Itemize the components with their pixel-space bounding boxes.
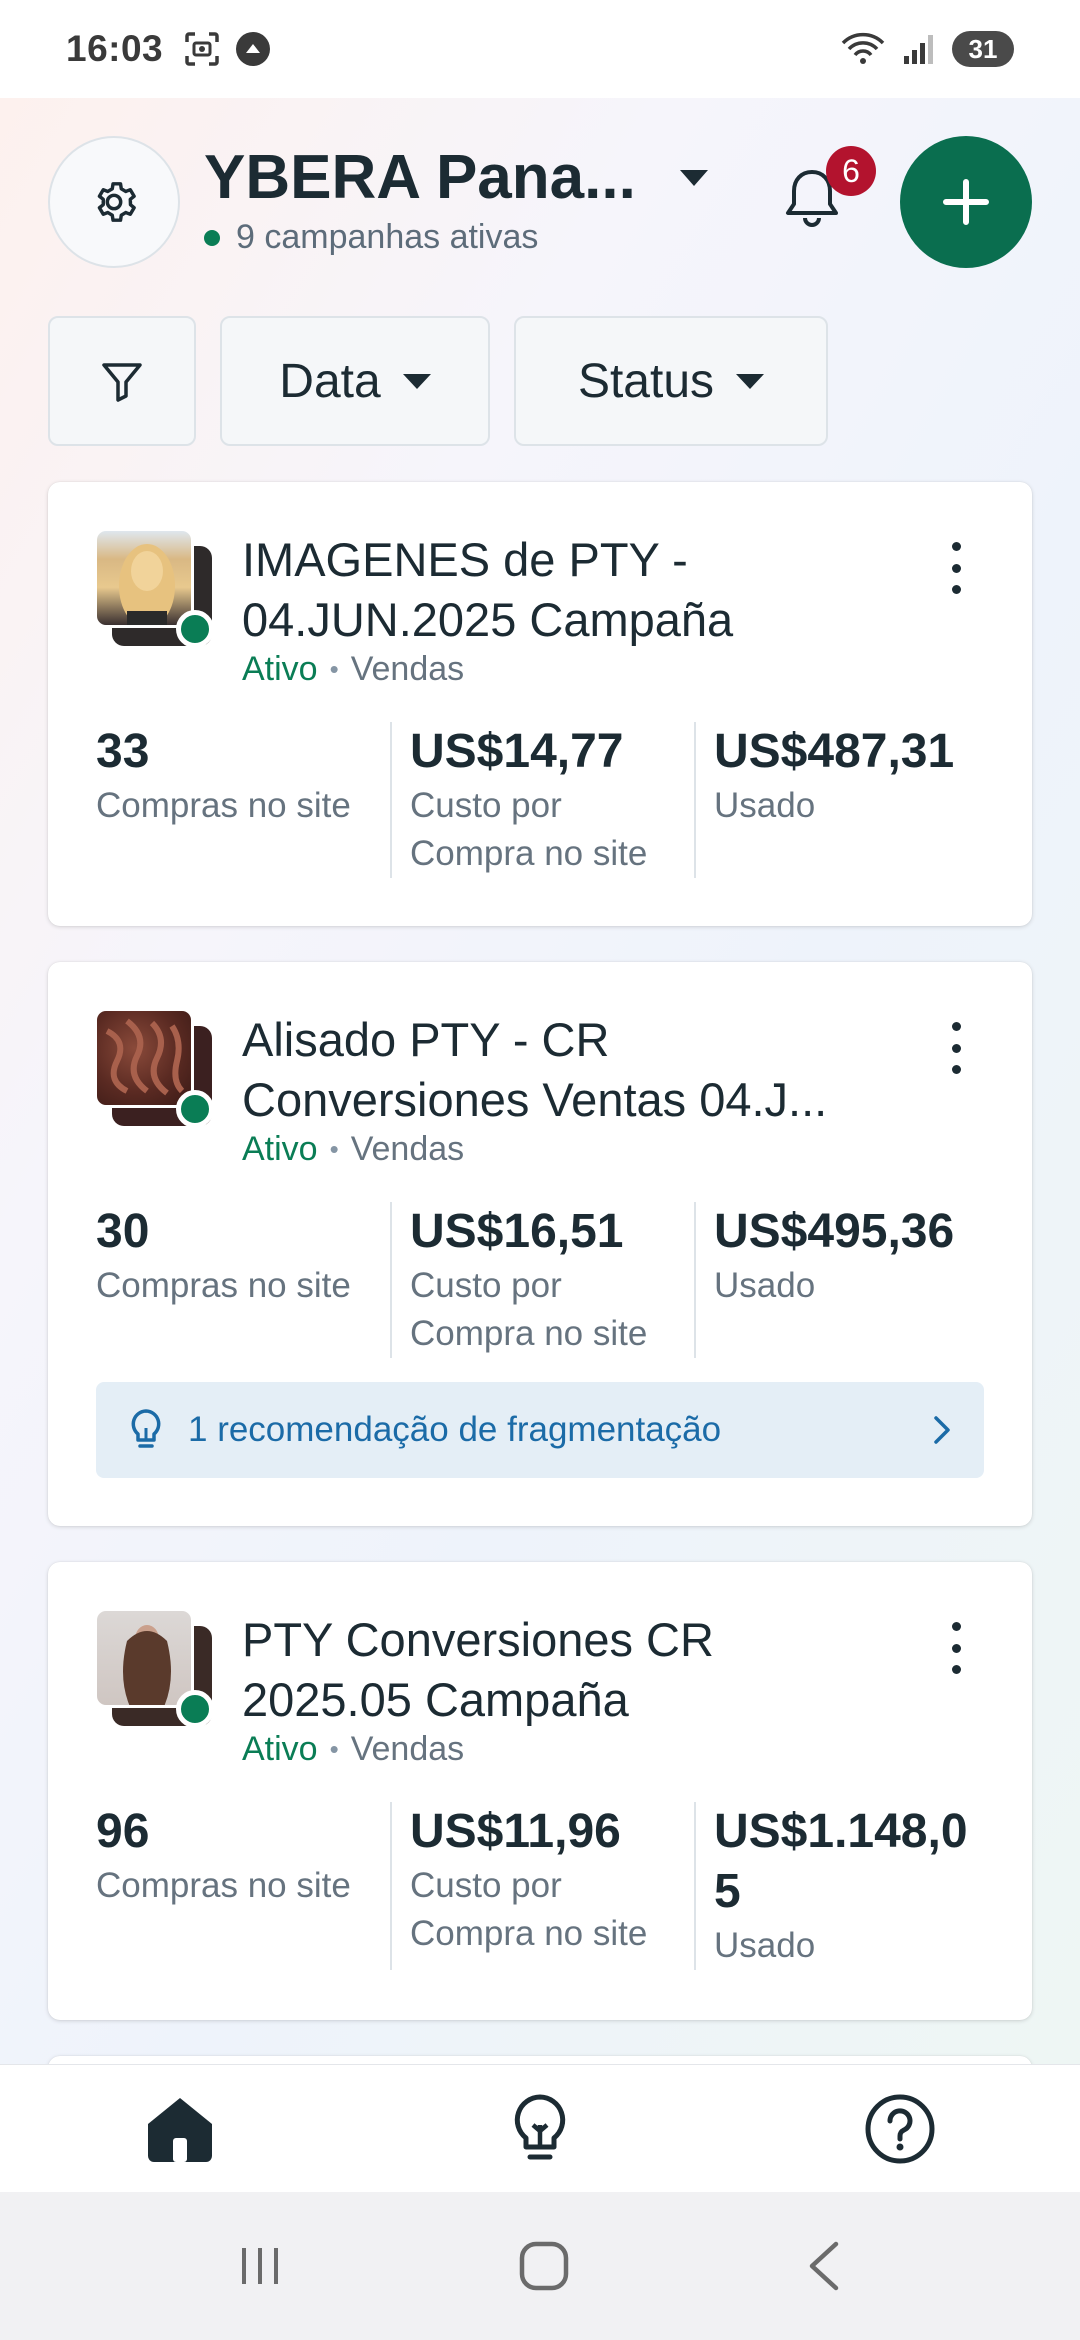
campaign-title: PTY Conversiones CR 2025.05 Campaña <box>242 1613 714 1726</box>
more-options-icon[interactable] <box>938 1618 974 1678</box>
metric-spent: US$1.148,05 Usado <box>694 1802 998 1970</box>
recent-apps-icon[interactable] <box>236 2242 284 2290</box>
more-options-icon[interactable] <box>938 538 974 598</box>
campaign-status: Ativo • Vendas <box>242 1730 464 1769</box>
status-separator: • <box>329 1134 339 1164</box>
active-status-dot <box>176 1090 214 1128</box>
active-status-dot <box>176 1690 214 1728</box>
status-label: Ativo <box>242 1730 318 1768</box>
status-separator: • <box>329 1734 339 1764</box>
filter-icon <box>102 363 142 402</box>
battery-indicator: 31 <box>952 31 1014 67</box>
active-dot-icon <box>204 229 220 246</box>
campaign-image <box>94 528 194 628</box>
campaign-metrics: 30 Compras no site US$16,51 Custo por Co… <box>48 1202 1032 1358</box>
chevron-down-icon <box>736 373 765 389</box>
back-icon[interactable] <box>804 2239 844 2293</box>
status-separator: • <box>329 654 339 684</box>
metric-spent: US$487,31 Usado <box>694 722 998 878</box>
objective-label: Vendas <box>350 1130 465 1168</box>
objective-label: Vendas <box>350 1730 465 1768</box>
campaign-card[interactable]: IMAGENES de PTY - 04.JUN.2025 Campaña At… <box>48 482 1032 926</box>
campaign-title: Alisado PTY - CR Conversiones Ventas 04.… <box>242 1013 828 1126</box>
plus-icon <box>943 179 989 225</box>
account-name[interactable]: YBERA Pana... <box>204 142 636 213</box>
active-campaigns-indicator: 9 campanhas ativas <box>204 218 538 257</box>
campaign-metrics: 96 Compras no site US$11,96 Custo por Co… <box>48 1802 1032 1970</box>
help-icon <box>865 2094 935 2163</box>
campaign-metrics: 33 Compras no site US$14,77 Custo por Co… <box>48 722 1032 878</box>
app-content: YBERA Pana... 9 campanhas ativas 6 Data <box>0 98 1080 2064</box>
account-dropdown-icon[interactable] <box>680 170 708 186</box>
metric-spent: US$495,36 Usado <box>694 1202 998 1358</box>
filter-bar: Data Status <box>48 316 828 446</box>
chevron-down-icon <box>402 373 431 389</box>
app-notification-icon <box>236 32 271 66</box>
campaign-status: Ativo • Vendas <box>242 650 464 689</box>
active-campaigns-text: 9 campanhas ativas <box>236 218 539 256</box>
status-filter[interactable]: Status <box>514 316 828 446</box>
date-filter-label: Data <box>279 354 381 408</box>
status-bar: 16:03 31 <box>0 0 1080 98</box>
status-right-icons: 31 <box>840 31 1014 67</box>
settings-button[interactable] <box>48 136 180 268</box>
nav-help[interactable] <box>840 2079 960 2179</box>
status-label: Ativo <box>242 1130 318 1168</box>
campaign-card[interactable]: Alisado PTY - CR Conversiones Ventas 04.… <box>48 962 1032 1526</box>
active-status-dot <box>176 610 214 648</box>
nav-recommendations[interactable] <box>480 2079 600 2179</box>
notification-badge: 6 <box>826 146 876 196</box>
create-campaign-button[interactable] <box>900 136 1032 268</box>
header: YBERA Pana... 9 campanhas ativas 6 <box>0 98 1080 308</box>
campaign-image <box>94 1608 194 1708</box>
recommendation-banner[interactable]: 1 recomendação de fragmentação <box>96 1382 984 1478</box>
filter-button[interactable] <box>48 316 196 446</box>
home-button-icon[interactable] <box>517 2239 571 2293</box>
system-navigation-bar <box>0 2192 1080 2340</box>
campaign-card[interactable] <box>48 2056 1032 2064</box>
campaign-thumbnail <box>94 528 214 648</box>
campaign-thumbnail <box>94 1008 214 1128</box>
campaign-status: Ativo • Vendas <box>242 1130 464 1169</box>
metric-purchases: 30 Compras no site <box>96 1205 351 1305</box>
screenshot-icon <box>185 32 219 66</box>
metric-cost-per-purchase: US$14,77 Custo por Compra no site <box>390 722 694 878</box>
metric-purchases: 33 Compras no site <box>96 725 351 825</box>
chevron-right-icon <box>934 1416 950 1444</box>
more-options-icon[interactable] <box>938 1018 974 1078</box>
campaign-thumbnail <box>94 1608 214 1728</box>
status-time: 16:03 <box>66 28 164 69</box>
wifi-icon <box>841 32 885 64</box>
signal-icon <box>904 35 933 64</box>
gear-icon <box>97 182 136 222</box>
recommendation-text: 1 recomendação de fragmentação <box>188 1410 722 1449</box>
status-label: Ativo <box>242 650 318 688</box>
status-filter-label: Status <box>577 354 715 408</box>
home-icon <box>148 2097 212 2162</box>
metric-purchases: 96 Compras no site <box>96 1805 351 1905</box>
lightbulb-icon <box>131 1409 161 1448</box>
lightbulb-icon <box>514 2094 566 2159</box>
objective-label: Vendas <box>350 650 465 688</box>
metric-cost-per-purchase: US$16,51 Custo por Compra no site <box>390 1202 694 1358</box>
nav-home[interactable] <box>120 2079 240 2179</box>
status-left-icons <box>183 30 271 68</box>
campaign-title: IMAGENES de PTY - 04.JUN.2025 Campaña <box>242 533 734 646</box>
date-filter[interactable]: Data <box>220 316 490 446</box>
bottom-navigation <box>0 2064 1080 2192</box>
campaign-image <box>94 1008 194 1108</box>
metric-cost-per-purchase: US$11,96 Custo por Compra no site <box>390 1802 694 1970</box>
campaign-card[interactable]: PTY Conversiones CR 2025.05 Campaña Ativ… <box>48 1562 1032 2020</box>
